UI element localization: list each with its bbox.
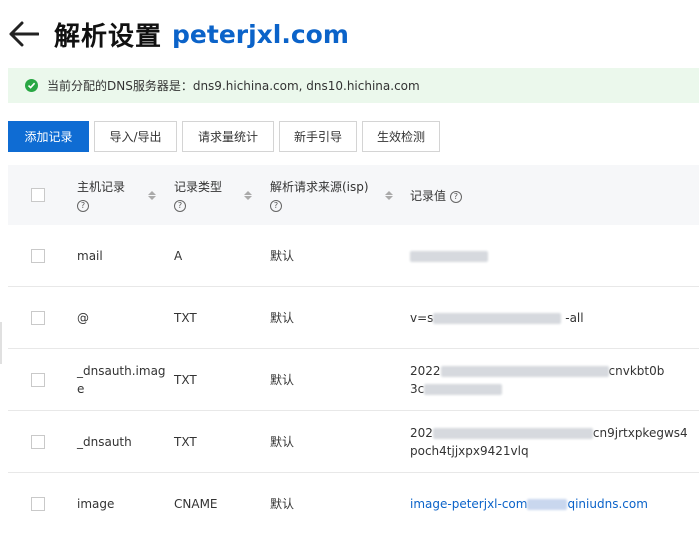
add-record-button[interactable]: 添加记录 (8, 121, 89, 152)
cell-source: 默认 (270, 373, 295, 387)
request-stats-button[interactable]: 请求量统计 (182, 121, 274, 152)
cell-type: TXT (174, 435, 197, 449)
help-icon[interactable]: ? (270, 199, 282, 212)
cell-host: _dnsauth (77, 435, 132, 449)
redacted-value (527, 499, 568, 510)
row-checkbox[interactable] (31, 497, 45, 511)
row-checkbox[interactable] (31, 373, 45, 387)
redacted-value (424, 384, 503, 395)
table-header: 主机记录 ? 记录类型 ? 解析请求来源(isp) ? 记录值 ? (8, 165, 699, 225)
sort-source-icon[interactable] (385, 190, 393, 201)
redacted-value (432, 428, 593, 439)
help-icon[interactable]: ? (174, 199, 186, 212)
page-title: 解析设置 (54, 21, 163, 52)
redacted-value (440, 366, 609, 377)
table-row: mail A 默认 (8, 225, 699, 287)
check-circle-icon (25, 79, 38, 92)
cell-value-link[interactable]: image-peterjxl-com qiniudns.com (410, 495, 648, 513)
header-value: 记录值 ? (410, 187, 462, 205)
help-icon[interactable]: ? (77, 199, 89, 212)
cell-source: 默认 (270, 435, 295, 449)
help-icon[interactable]: ? (449, 190, 462, 203)
redacted-value (410, 251, 488, 262)
cell-value: 2022 cnvkbt0b 3c (410, 364, 665, 396)
cell-type: CNAME (174, 497, 218, 511)
cell-host: @ (77, 311, 89, 325)
records-table: 主机记录 ? 记录类型 ? 解析请求来源(isp) ? 记录值 ? mail A… (8, 165, 699, 534)
import-export-button[interactable]: 导入/导出 (94, 121, 177, 152)
cell-host: image (77, 497, 115, 511)
row-checkbox[interactable] (31, 249, 45, 263)
table-row: _dnsauth TXT 默认 202 cn9jrtxpkegws4 poch4t… (8, 411, 699, 473)
cell-source: 默认 (270, 311, 295, 325)
effect-check-button[interactable]: 生效检测 (362, 121, 440, 152)
cell-type: A (174, 249, 183, 263)
page-edge-divider (0, 322, 2, 364)
cell-value: v=s -all (410, 311, 584, 325)
table-row: @ TXT 默认 v=s -all (8, 287, 699, 349)
cell-type: TXT (174, 311, 197, 325)
table-row: image CNAME 默认 image-peterjxl-com qiniudn… (8, 473, 699, 534)
select-all-checkbox[interactable] (31, 188, 45, 202)
cell-source: 默认 (270, 497, 295, 511)
header-source: 解析请求来源(isp) ? (270, 180, 369, 212)
cell-type: TXT (174, 373, 197, 387)
notice-text: 当前分配的DNS服务器是：dns9.hichina.com, dns10.hic… (47, 79, 420, 93)
sort-host-icon[interactable] (148, 190, 156, 201)
header-type: 记录类型 ? (174, 180, 223, 212)
sort-type-icon[interactable] (244, 190, 252, 201)
toolbar: 添加记录 导入/导出 请求量统计 新手引导 生效检测 (8, 121, 445, 153)
cell-value-redacted (410, 247, 488, 265)
header-host: 主机记录 ? (77, 180, 126, 212)
dns-server-notice: 当前分配的DNS服务器是：dns9.hichina.com, dns10.hic… (8, 68, 699, 103)
guide-button[interactable]: 新手引导 (279, 121, 357, 152)
domain-name: peterjxl.com (172, 19, 349, 49)
row-checkbox[interactable] (31, 435, 45, 449)
row-checkbox[interactable] (31, 311, 45, 325)
back-arrow-icon[interactable] (8, 18, 40, 50)
cell-value: 202 cn9jrtxpkegws4 poch4tjjxpx9421vlq (410, 426, 688, 458)
page-header: 解析设置 peterjxl.com (8, 14, 349, 54)
cell-source: 默认 (270, 249, 295, 263)
cell-host: mail (77, 249, 103, 263)
table-row: _dnsauth.imag e TXT 默认 2022 cnvkbt0b 3c (8, 349, 699, 411)
redacted-value (433, 313, 562, 324)
cell-host: _dnsauth.imag e (77, 364, 166, 396)
